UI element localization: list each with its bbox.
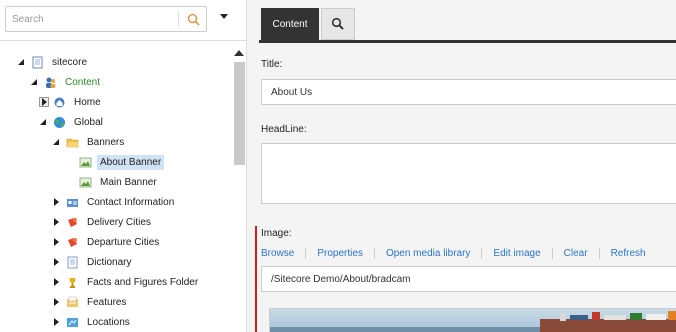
tree-node-label: Locations — [87, 316, 130, 328]
search-box — [5, 6, 207, 32]
tree-node-dictionary[interactable]: Dictionary — [52, 252, 134, 272]
tree-node-label: Home — [74, 96, 101, 108]
tree-node-home[interactable]: Home — [39, 92, 104, 112]
edit-image-link[interactable]: Edit image — [493, 248, 540, 259]
scroll-up-arrow-icon[interactable] — [234, 50, 244, 56]
tree-node-contact-information[interactable]: Contact Information — [52, 192, 177, 212]
editor-pane: Content Title: About Us HeadLine: Image:… — [246, 0, 676, 332]
editor-tab-bar: Content — [247, 0, 676, 43]
expand-toggle-icon[interactable] — [52, 277, 62, 287]
content-tree-pane: sitecore Content Home — [0, 0, 246, 332]
required-indicator — [255, 226, 257, 332]
expand-toggle-icon[interactable] — [52, 317, 62, 327]
image-field: Image: Browse Properties Open media libr… — [255, 220, 676, 332]
globe-icon — [54, 116, 65, 128]
tree-node-departure-cities[interactable]: Departure Cities — [52, 232, 162, 252]
tree-node-label: Main Banner — [100, 176, 157, 188]
tree-node-label: Content — [65, 76, 101, 88]
tree-node-features[interactable]: Features — [52, 292, 129, 312]
tree-node-locations[interactable]: Locations — [52, 312, 133, 332]
search-input[interactable] — [12, 12, 172, 26]
page-icon — [32, 56, 43, 68]
headline-field-label: HeadLine: — [261, 124, 307, 135]
title-field-value: About Us — [271, 87, 313, 98]
tab-search[interactable] — [321, 8, 355, 40]
tree-node-label: Features — [87, 296, 127, 308]
tree-node-sitecore[interactable]: sitecore — [17, 52, 90, 72]
collapse-toggle-icon[interactable] — [52, 137, 62, 147]
expand-toggle-icon[interactable] — [52, 217, 62, 227]
pins-icon — [68, 237, 77, 247]
image-path-field[interactable]: /Sitecore Demo/About/bradcam — [261, 266, 676, 292]
image-icon — [79, 157, 92, 167]
scrollbar-thumb[interactable] — [234, 62, 245, 165]
tree-node-label: Contact Information — [87, 196, 175, 208]
tab-underline — [259, 40, 676, 43]
refresh-link[interactable]: Refresh — [611, 248, 646, 259]
tree-node-label: Global — [74, 116, 103, 128]
search-icon[interactable] — [186, 12, 202, 28]
image-field-label: Image: — [261, 228, 292, 239]
collapse-toggle-icon[interactable] — [17, 57, 27, 67]
people-icon — [46, 77, 56, 88]
expand-toggle-icon[interactable] — [52, 257, 62, 267]
locations-icon — [67, 317, 78, 327]
expand-toggle-icon[interactable] — [52, 297, 62, 307]
image-icon — [79, 177, 92, 187]
tree-node-label: Facts and Figures Folder — [87, 276, 199, 288]
features-icon — [67, 296, 78, 307]
tree-node-label: Delivery Cities — [87, 216, 151, 228]
tree-node-global[interactable]: Global — [39, 112, 106, 132]
content-editor: sitecore Content Home — [0, 0, 676, 332]
search-icon — [331, 17, 344, 30]
title-field[interactable]: About Us — [261, 79, 676, 105]
properties-link[interactable]: Properties — [317, 248, 363, 259]
tree-node-content[interactable]: Content — [30, 72, 103, 92]
tree-node-main-banner[interactable]: Main Banner — [79, 172, 160, 192]
search-options-dropdown-icon[interactable] — [220, 14, 228, 19]
tree-node-label: Banners — [87, 136, 125, 148]
folder-icon — [66, 138, 79, 147]
expand-toggle-icon[interactable] — [39, 97, 49, 107]
image-path-value: /Sitecore Demo/About/bradcam — [271, 274, 411, 285]
tree-node-facts-and-figures-folder[interactable]: Facts and Figures Folder — [52, 272, 201, 292]
toolbar-separator — [373, 247, 375, 259]
tree-node-label: Departure Cities — [87, 236, 160, 248]
search-separator — [178, 11, 179, 27]
home-icon — [54, 97, 65, 107]
collapse-toggle-icon[interactable] — [30, 77, 40, 87]
headline-field[interactable] — [261, 143, 676, 204]
expand-toggle-icon[interactable] — [52, 197, 62, 207]
tree-node-label: Dictionary — [87, 256, 132, 268]
browse-link[interactable]: Browse — [261, 248, 294, 259]
collapse-toggle-icon[interactable] — [39, 117, 49, 127]
clear-link[interactable]: Clear — [564, 248, 588, 259]
tree-node-label: About Banner — [97, 154, 165, 170]
toolbar-separator — [305, 247, 307, 259]
image-preview-picture — [270, 309, 676, 332]
title-field-label: Title: — [261, 59, 283, 70]
trophy-icon — [69, 277, 76, 288]
tree-node-about-banner[interactable]: About Banner — [79, 152, 165, 172]
toolbar-separator — [481, 247, 483, 259]
pins-icon — [68, 217, 77, 227]
tab-content[interactable]: Content — [261, 8, 319, 40]
image-toolbar: Browse Properties Open media library Edi… — [261, 247, 646, 259]
tree-node-delivery-cities[interactable]: Delivery Cities — [52, 212, 154, 232]
image-preview[interactable] — [269, 308, 676, 332]
doc-icon — [67, 256, 78, 268]
open-media-library-link[interactable]: Open media library — [386, 248, 470, 259]
tree-node-label: sitecore — [52, 56, 88, 68]
expand-toggle-icon[interactable] — [52, 237, 62, 247]
toolbar-separator — [598, 247, 600, 259]
content-tree: sitecore Content Home Global Banners Abo… — [0, 41, 232, 332]
tree-node-banners[interactable]: Banners — [52, 132, 127, 152]
toolbar-separator — [551, 247, 553, 259]
card-icon — [67, 198, 78, 207]
